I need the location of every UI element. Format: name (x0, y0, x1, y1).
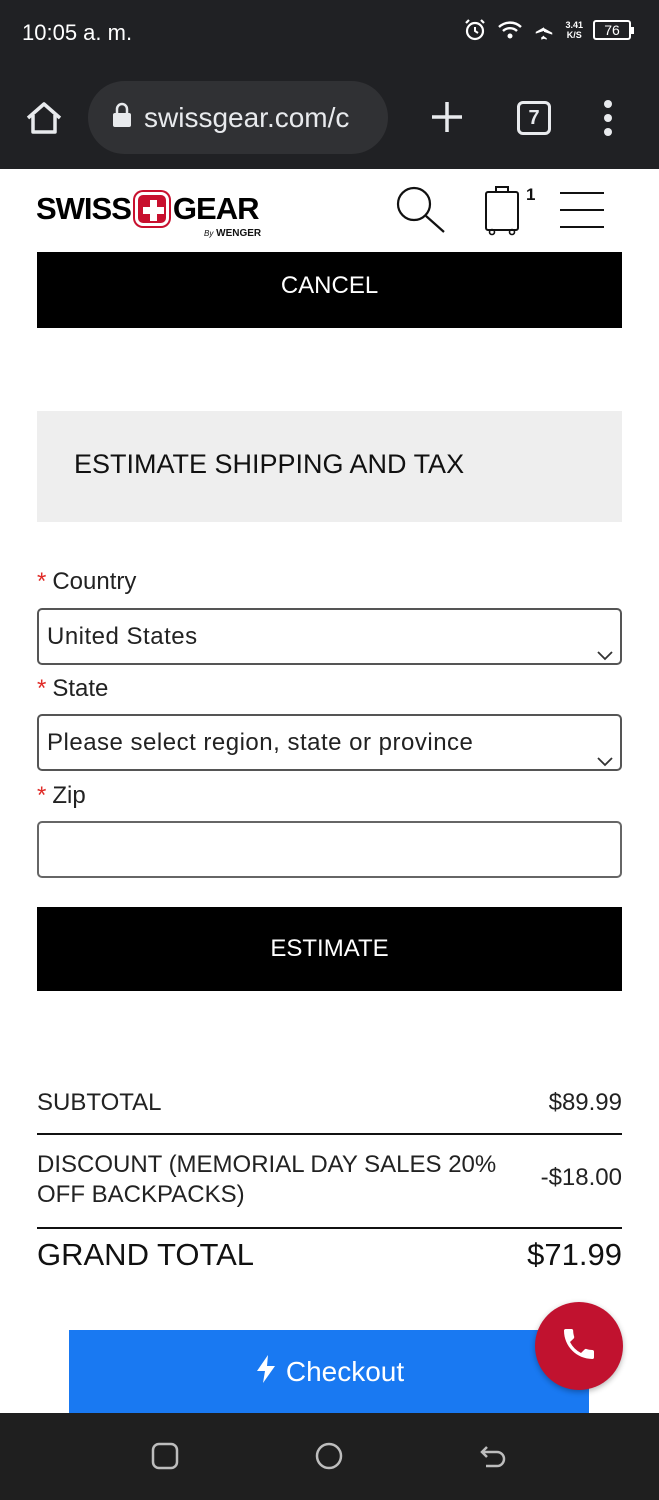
totals-divider (37, 1227, 622, 1229)
logo-text-right: GEAR (172, 191, 260, 226)
checkout-button[interactable]: Checkout (69, 1330, 589, 1414)
net-speed-value: 3.41 (565, 20, 583, 30)
zip-label-text: Zip (52, 782, 86, 809)
grand-total-value: $71.99 (527, 1237, 622, 1272)
logo-by: By (204, 229, 214, 238)
country-label: * Country (37, 568, 136, 596)
net-speed-unit: K/S (566, 30, 582, 40)
cart-icon[interactable] (484, 184, 520, 241)
discount-row: DISCOUNT (MEMORIAL DAY SALES 20% OFF BAC… (37, 1150, 622, 1210)
battery-icon: 76 (593, 20, 634, 40)
url-bar[interactable]: swissgear.com/c (88, 81, 388, 154)
swiss-cross-icon (134, 192, 169, 226)
back-icon[interactable] (478, 1441, 508, 1476)
battery-level: 76 (604, 22, 620, 38)
logo-brand: WENGER (216, 228, 262, 239)
discount-label: DISCOUNT (MEMORIAL DAY SALES 20% OFF BAC… (37, 1150, 496, 1210)
site-header: SWISS GEAR By WENGER 1 (0, 169, 659, 251)
status-bar: 10:05 a. m. 3.41 K/S 76 (0, 0, 659, 68)
discount-label-line1: DISCOUNT (MEMORIAL DAY SALES 20% (37, 1151, 497, 1178)
cart-count-badge: 1 (526, 185, 536, 204)
discount-value: -$18.00 (540, 1164, 622, 1191)
wifi-icon (497, 19, 523, 41)
required-mark: * (37, 782, 47, 809)
lightning-icon (254, 1354, 278, 1391)
status-time: 10:05 a. m. (22, 20, 133, 45)
chevron-down-icon (596, 734, 614, 787)
tab-switcher-button[interactable]: 7 (517, 101, 551, 135)
call-button[interactable] (535, 1302, 623, 1390)
zip-input[interactable] (37, 821, 622, 878)
state-label: * State (37, 675, 108, 703)
estimate-button[interactable]: ESTIMATE (37, 907, 622, 991)
swissgear-logo[interactable]: SWISS GEAR By WENGER (36, 191, 281, 241)
status-icons: 3.41 K/S 76 (463, 18, 634, 42)
estimate-shipping-title: ESTIMATE SHIPPING AND TAX (74, 449, 465, 479)
country-selected-value: United States (47, 623, 198, 650)
required-mark: * (37, 675, 47, 702)
home-nav-icon[interactable] (314, 1441, 344, 1476)
grand-total-row: GRAND TOTAL $71.99 (37, 1237, 622, 1277)
state-label-text: State (52, 675, 109, 702)
phone-icon (559, 1324, 599, 1369)
search-icon[interactable] (393, 185, 449, 242)
menu-icon[interactable] (558, 191, 606, 234)
url-text: swissgear.com/c (144, 101, 350, 133)
subtotal-row: SUBTOTAL $89.99 (37, 1089, 622, 1119)
estimate-shipping-header[interactable]: ESTIMATE SHIPPING AND TAX (37, 411, 622, 522)
cancel-button[interactable]: CANCEL (37, 252, 622, 328)
browser-toolbar: swissgear.com/c 7 (0, 68, 659, 169)
home-icon[interactable] (22, 96, 66, 140)
totals-divider (37, 1133, 622, 1135)
subtotal-value: $89.99 (548, 1089, 622, 1116)
airplane-icon (533, 19, 555, 41)
zip-label: * Zip (37, 782, 86, 810)
logo-text-left: SWISS (36, 191, 132, 226)
lock-icon (112, 102, 132, 133)
state-select[interactable]: Please select region, state or province (37, 714, 622, 771)
alarm-icon (463, 18, 487, 42)
subtotal-label: SUBTOTAL (37, 1089, 162, 1116)
country-select[interactable]: United States (37, 608, 622, 665)
new-tab-icon[interactable] (428, 98, 466, 141)
discount-label-line2: OFF BACKPACKS) (37, 1181, 245, 1208)
recents-icon[interactable] (150, 1441, 180, 1476)
grand-total-label: GRAND TOTAL (37, 1237, 255, 1272)
state-selected-value: Please select region, state or province (47, 729, 474, 756)
checkout-label: Checkout (285, 1356, 405, 1387)
logo-tagline: By WENGER (204, 228, 261, 239)
required-mark: * (37, 568, 47, 595)
country-label-text: Country (52, 568, 137, 595)
more-options-icon[interactable] (598, 98, 618, 143)
system-nav-bar (0, 1413, 659, 1500)
network-speed: 3.41 K/S (565, 20, 583, 40)
chevron-down-icon (596, 628, 614, 681)
